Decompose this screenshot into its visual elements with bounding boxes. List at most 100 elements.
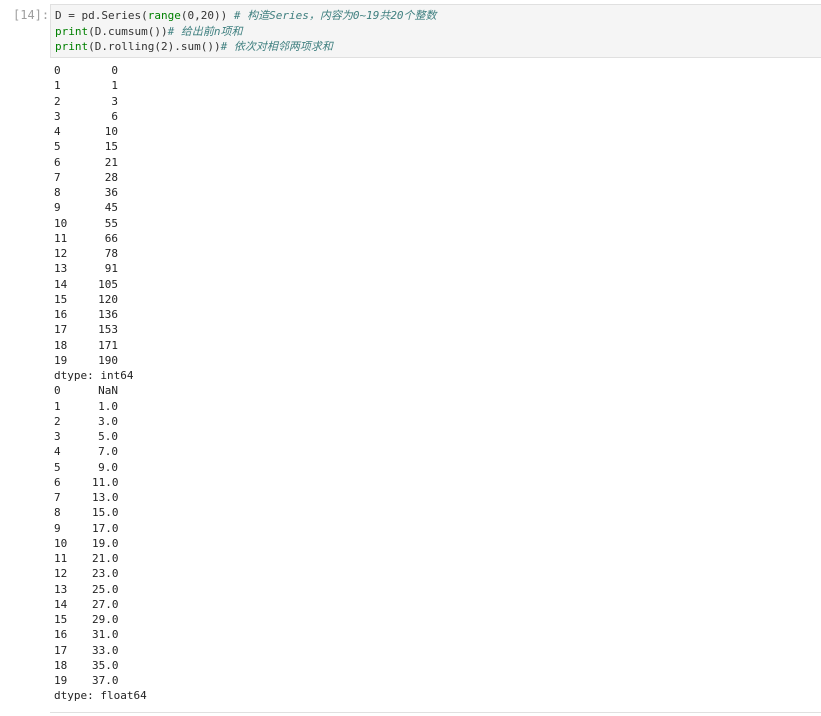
- series-index: 18: [54, 658, 68, 672]
- series-index: 1: [54, 399, 61, 413]
- cell-output: 0 0 1 1 2 3 3 6 4 10 5 15 6 21 7 28 8 36 9 45 10 55 11 66 12 78 13…: [54, 63, 147, 704]
- output-row: 13 91: [54, 261, 147, 276]
- series-index: 0: [54, 64, 61, 77]
- series-value: 23.0: [92, 567, 119, 581]
- output-row: 23: [54, 94, 147, 109]
- output-row: 11: [54, 78, 147, 93]
- output-row: 17 33.0: [54, 643, 147, 658]
- output-row: 6 11.0: [54, 475, 147, 490]
- code-editor[interactable]: D = pd.Series(range(0,20)) # 构造Series，内容…: [55, 8, 437, 55]
- output-row: 14 105: [54, 277, 147, 292]
- series-index: 12: [54, 247, 68, 260]
- series-value: 15: [104, 140, 118, 154]
- code-line-1: D = pd.Series(range(0,20)) # 构造Series，内容…: [55, 9, 437, 22]
- series-index: 17: [54, 643, 68, 657]
- series-value: 153: [98, 323, 118, 337]
- series-index: 0: [54, 384, 61, 398]
- series-index: 13: [54, 262, 68, 276]
- output-row: 0 NaN: [54, 383, 147, 398]
- series-value: 25.0: [92, 582, 119, 596]
- series-value: 28: [104, 170, 118, 184]
- series-index: 1: [54, 79, 61, 93]
- output-row: 5 9.0: [54, 460, 147, 475]
- series-index: 2: [54, 94, 61, 108]
- dtype-label: dtype: float64: [54, 689, 147, 703]
- output-row: 18 35.0: [54, 658, 147, 673]
- output-row: 8 36: [54, 185, 147, 200]
- series-index: 13: [54, 582, 68, 596]
- output-row: 7 13.0: [54, 490, 147, 505]
- output-row: 8 15.0: [54, 505, 147, 520]
- series-value: 171: [98, 338, 118, 352]
- output-row: 36: [54, 109, 147, 124]
- series-index: 15: [54, 292, 68, 306]
- series-index: 8: [54, 186, 61, 199]
- series-index: 17: [54, 323, 68, 337]
- series-index: 11: [54, 231, 68, 245]
- output-row: 4 7.0: [54, 444, 147, 459]
- output-row: 13 25.0: [54, 582, 147, 597]
- output-row: 15 29.0: [54, 612, 147, 627]
- series-value: 136: [98, 308, 118, 321]
- series-index: 8: [54, 506, 61, 520]
- series-index: 9: [54, 201, 61, 215]
- series-value: 0: [111, 64, 118, 77]
- series-value: 7.0: [98, 445, 118, 459]
- output-row: 16 136: [54, 307, 147, 322]
- output-row: 2 3.0: [54, 414, 147, 429]
- output-row: 6 21: [54, 155, 147, 170]
- series-index: 14: [54, 597, 68, 611]
- output-row: 10 19.0: [54, 536, 147, 551]
- series-index: 19: [54, 353, 68, 367]
- series-value: 21: [104, 155, 118, 169]
- notebook-cell[interactable]: [14]: D = pd.Series(range(0,20)) # 构造Ser…: [0, 0, 821, 716]
- code-comment: # 给出前n项和: [167, 24, 243, 38]
- output-row: 9 45: [54, 200, 147, 215]
- dtype-label: dtype: int64: [54, 369, 134, 382]
- series-index: 4: [54, 445, 61, 459]
- series-index: 2: [54, 414, 61, 428]
- output-row: 17 153: [54, 322, 147, 337]
- output-row: 19 37.0: [54, 673, 147, 688]
- series-index: 10: [54, 536, 68, 550]
- output-row: 9 17.0: [54, 521, 147, 536]
- output-row: 5 15: [54, 139, 147, 154]
- output-row: 00: [54, 63, 147, 78]
- output-row: 18 171: [54, 338, 147, 353]
- series-value: 31.0: [92, 628, 119, 642]
- series-index: 5: [54, 140, 61, 154]
- series-index: 3: [54, 430, 61, 443]
- output-row: 11 66: [54, 231, 147, 246]
- series-index: 3: [54, 109, 61, 123]
- series-value: 91: [104, 262, 118, 276]
- series-value: 35.0: [92, 658, 119, 672]
- code-line-3: print(D.rolling(2).sum())# 依次对相邻两项求和: [55, 40, 333, 54]
- series-value: 13.0: [92, 491, 119, 504]
- series-index: 19: [54, 674, 68, 687]
- series-index: 16: [54, 628, 68, 642]
- series-value: 33.0: [92, 643, 119, 657]
- series-value: 17.0: [92, 521, 119, 535]
- cell-divider: [50, 712, 821, 713]
- series-value: 21.0: [92, 552, 119, 565]
- code-input-area[interactable]: D = pd.Series(range(0,20)) # 构造Series，内容…: [50, 4, 821, 58]
- series-value: 6: [111, 109, 118, 123]
- series-index: 10: [54, 216, 68, 230]
- code-line-2: print(D.cumsum())# 给出前n项和: [55, 24, 243, 38]
- output-row: 11 21.0: [54, 551, 147, 566]
- series-value: 78: [104, 247, 118, 260]
- series-value: 55: [104, 216, 118, 230]
- output-row: 19 190: [54, 353, 147, 368]
- series-value: 1: [111, 79, 118, 93]
- series-value: 27.0: [92, 597, 119, 611]
- series-value: 37.0: [92, 674, 119, 687]
- series-index: 12: [54, 567, 68, 581]
- series-index: 18: [54, 338, 68, 352]
- input-prompt: [14]:: [13, 8, 50, 22]
- series-value: 10: [104, 125, 118, 138]
- series-value: 3: [111, 94, 118, 108]
- output-row: 16 31.0: [54, 627, 147, 642]
- series-value: 36: [104, 186, 118, 199]
- series-value: 15.0: [92, 506, 119, 520]
- series-value: NaN: [98, 384, 118, 398]
